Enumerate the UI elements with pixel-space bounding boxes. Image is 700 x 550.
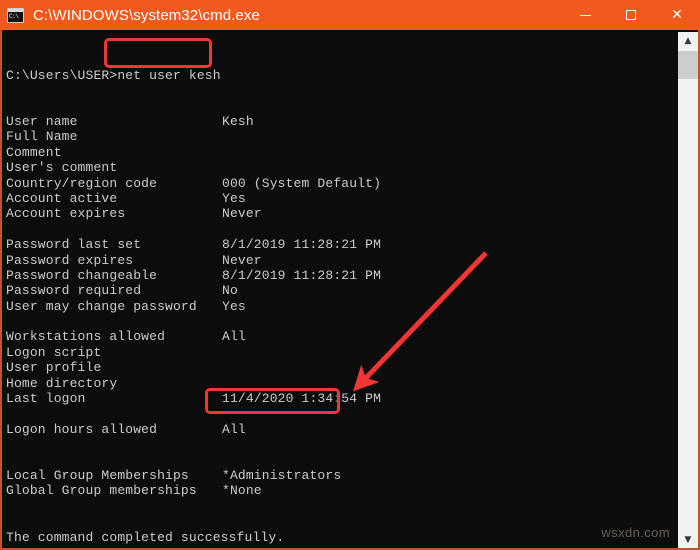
scrollbar-thumb[interactable] [678,51,698,79]
net-user-row: Password last set 8/1/2019 11:28:21 PM [6,237,381,253]
row-label: Logon script [6,344,102,360]
minimize-icon [579,14,591,16]
net-user-rows: User name Kesh Full Name Comment User's comm… [6,114,381,499]
row-label: Comment [6,144,62,160]
scroll-down-arrow-icon[interactable]: ▼ [678,531,698,548]
maximize-button[interactable] [608,0,654,30]
completion-message-row: The command completed successfully. [6,530,284,545]
net-user-row: Password required No [6,283,284,298]
net-user-row: Password expires Never [6,253,284,268]
row-label: Home directory [6,375,118,391]
net-user-row: User name Kesh [6,114,284,129]
row-value: Yes [222,298,246,314]
prompt-top: C:\Users\USER> [6,67,118,83]
scroll-up-arrow-icon[interactable]: ▲ [678,32,698,49]
net-user-row [6,222,284,237]
row-value: *None [222,483,262,499]
row-label: Global Group memberships [6,483,197,499]
row-value: Yes [222,190,246,206]
row-label: Last logon [6,391,86,407]
row-value: Kesh [222,114,254,130]
window-controls: ✕ [562,0,700,30]
row-value: 8/1/2019 11:28:21 PM [222,237,382,253]
vertical-scrollbar[interactable]: ▲ ▼ [678,32,698,548]
row-label: User's comment [6,160,118,176]
net-user-row: Last logon 11/4/2020 1:34:54 PM [6,391,381,407]
row-label: Password changeable [6,267,158,283]
row-label: Workstations allowed [6,329,166,345]
completion-message: The command completed successfully. [6,529,285,545]
row-label: Full Name [6,129,78,145]
net-user-row [6,453,284,468]
row-label: Account active [6,190,118,206]
window-title: C:\WINDOWS\system32\cmd.exe [33,6,260,24]
net-user-row: Country/region code 000 (System Default) [6,175,381,191]
title-bar: C:\ C:\WINDOWS\system32\cmd.exe ✕ [0,0,700,30]
row-label: User name [6,114,78,130]
row-label: Password last set [6,237,142,253]
terminal-text: C:\Users\USER>net user kesh User name Kes… [6,37,381,548]
row-value: Never [222,206,262,222]
net-user-row: Account active Yes [6,191,284,206]
cmd-console-icon-text: C:\ [9,12,19,20]
net-user-row: Full Name [6,129,284,144]
row-value: Never [222,252,262,268]
maximize-icon [626,10,636,20]
watermark: wsxdn.com [601,525,670,540]
cmd-console-icon: C:\ [7,7,24,23]
cmd-window: C:\ C:\WINDOWS\system32\cmd.exe ✕ C:\Use… [0,0,700,550]
net-user-row: Home directory [6,376,284,391]
row-label: Country/region code [6,175,158,191]
net-user-row [6,437,284,452]
command-text: net user kesh [117,67,221,83]
row-value: All [222,421,246,437]
row-value: All [222,329,246,345]
close-button[interactable]: ✕ [654,0,700,30]
net-user-row: Password changeable 8/1/2019 11:28:21 PM [6,267,381,283]
row-label: Password expires [6,252,134,268]
row-value: *Administrators [222,468,342,483]
net-user-row [6,406,284,421]
net-user-row [6,314,284,329]
net-user-row: Account expires Never [6,206,284,221]
row-label: Password required [6,283,142,299]
net-user-row: User's comment [6,160,284,175]
net-user-row: Local Group Memberships *Administrators [6,468,341,483]
row-value: 11/4/2020 1:34:54 PM [222,391,382,407]
row-value: No [222,283,238,299]
net-user-row: Comment [6,145,284,160]
terminal-output-area[interactable]: C:\Users\USER>net user kesh User name Kes… [0,30,700,550]
row-label: Local Group Memberships [6,468,189,483]
net-user-row: Global Group memberships *None [6,483,284,498]
close-icon: ✕ [671,7,683,23]
net-user-row: Logon hours allowed All [6,422,284,437]
net-user-row: Workstations allowed All [6,329,284,344]
net-user-row: User may change password Yes [6,299,284,314]
row-label: User profile [6,360,102,376]
row-label: Logon hours allowed [6,421,158,437]
row-value: 000 (System Default) [222,175,382,191]
command-line-row: C:\Users\USER>net user kesh [6,68,284,83]
minimize-button[interactable] [562,0,608,30]
net-user-row: Logon script [6,345,284,360]
net-user-row: User profile [6,360,284,375]
row-label: User may change password [6,298,197,314]
row-label: Account expires [6,206,126,222]
row-value: 8/1/2019 11:28:21 PM [222,267,382,283]
